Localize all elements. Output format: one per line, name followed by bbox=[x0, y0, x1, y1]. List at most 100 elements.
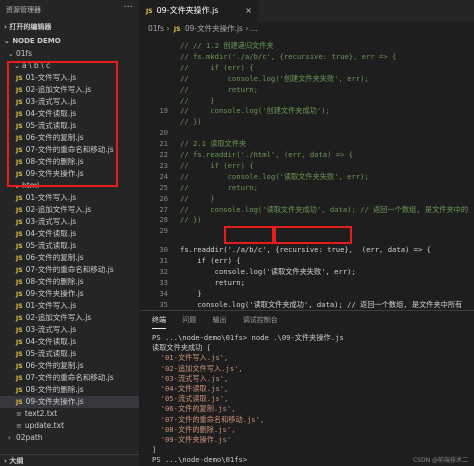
line-number: 32 bbox=[159, 267, 168, 276]
js-file-icon: JS bbox=[173, 26, 181, 33]
code-line: 28 // }) bbox=[140, 214, 474, 225]
js-file-icon: JS bbox=[16, 327, 23, 334]
js-file-icon: JS bbox=[16, 399, 23, 406]
code-editor[interactable]: // // 1.2 创建递归文件夹// fs.mkdir('./a/b/c', … bbox=[140, 36, 474, 310]
code-text: // }) bbox=[180, 117, 202, 127]
tab-09-folder-ops[interactable]: JS 09-文件夹操作.js × bbox=[140, 0, 258, 22]
terminal-line: 读取文件夹成功 [ bbox=[152, 343, 211, 353]
file-item[interactable]: JS 01-文件写入.js bbox=[0, 300, 139, 312]
line-number: 30 bbox=[159, 245, 168, 255]
js-file-icon: JS bbox=[16, 363, 23, 370]
folder-01fs[interactable]: ⌄ 01fs bbox=[0, 48, 139, 60]
code-text: // if (err) { bbox=[180, 160, 254, 170]
code-text: // fs.readdir('./html', (err, data) => { bbox=[180, 150, 354, 159]
code-text: // if (err) { bbox=[180, 62, 254, 72]
line-number: 25 bbox=[159, 182, 168, 192]
folder-item[interactable]: › 02path bbox=[0, 432, 139, 444]
line-number: 33 bbox=[159, 277, 168, 287]
code-line: 31 if (err) { bbox=[140, 255, 474, 266]
file-item[interactable]: JS 05-流式读取.js bbox=[0, 240, 139, 252]
file-name: 04-文件读取.js bbox=[25, 337, 77, 346]
file-item[interactable]: ≡ update.txt bbox=[0, 420, 139, 432]
breadcrumb-symbol[interactable]: ... bbox=[251, 24, 258, 33]
file-name: 01-文件写入.js bbox=[25, 193, 77, 202]
file-item[interactable]: JS 07-文件的重命名和移动.js bbox=[0, 144, 139, 156]
code-line: 26 // } bbox=[140, 193, 474, 204]
folder-item[interactable]: ⌄ a \ b \ c bbox=[0, 60, 139, 72]
js-file-icon: JS bbox=[16, 207, 23, 214]
file-item[interactable]: JS 06-文件的复制.js bbox=[0, 252, 139, 264]
file-name: 06-文件的复制.js bbox=[25, 253, 84, 262]
terminal-line: '04-文件读取.js', bbox=[152, 384, 229, 393]
file-item[interactable]: JS 06-文件的复制.js bbox=[0, 132, 139, 144]
file-name: 03-流式写入.js bbox=[25, 97, 77, 106]
close-icon[interactable]: × bbox=[245, 0, 252, 22]
code-text: if (err) { bbox=[180, 256, 241, 266]
breadcrumb-folder[interactable]: 01fs bbox=[148, 24, 164, 33]
more-actions-icon[interactable]: ··· bbox=[123, 2, 133, 13]
file-item[interactable]: JS 09-文件夹操作.js bbox=[0, 396, 139, 408]
file-item[interactable]: JS 02-追加文件写入.js bbox=[0, 84, 139, 96]
file-name: 02-追加文件写入.js bbox=[25, 85, 92, 94]
js-file-icon: JS bbox=[16, 315, 23, 322]
bottom-panel: 终端 问题 输出 调试控制台 PS ...\node-demo\01fs> no… bbox=[140, 310, 474, 466]
file-item[interactable]: JS 06-文件的复制.js bbox=[0, 360, 139, 372]
text-file-icon: ≡ bbox=[16, 422, 22, 430]
js-file-icon: JS bbox=[16, 135, 23, 142]
file-item[interactable]: JS 02-追加文件写入.js bbox=[0, 204, 139, 216]
js-file-icon: JS bbox=[16, 279, 23, 286]
watermark: CSDN @前端技术二 bbox=[412, 457, 468, 464]
file-item[interactable]: JS 08-文件的删除.js bbox=[0, 384, 139, 396]
file-item[interactable]: JS 03-流式写入.js bbox=[0, 324, 139, 336]
file-item[interactable]: JS 08-文件的删除.js bbox=[0, 276, 139, 288]
js-file-icon: JS bbox=[16, 255, 23, 262]
folder-item[interactable]: ⌄ html bbox=[0, 180, 139, 192]
file-item[interactable]: JS 01-文件写入.js bbox=[0, 72, 139, 84]
project-section[interactable]: ⌄ NODE DEMO bbox=[0, 34, 139, 48]
file-tree: ⌄ a \ b \ c JS 01-文件写入.js JS 02-追加文件写入.js JS 03… bbox=[0, 60, 139, 444]
tab-problems[interactable]: 问题 bbox=[182, 311, 196, 329]
js-file-icon: JS bbox=[16, 231, 23, 238]
line-number: 31 bbox=[159, 256, 168, 266]
file-item[interactable]: JS 09-文件夹操作.js bbox=[0, 168, 139, 180]
code-line: 35 console.log('读取文件夹成功', data); // 返回一个… bbox=[140, 299, 474, 310]
file-item[interactable]: JS 04-文件读取.js bbox=[0, 228, 139, 240]
file-item[interactable]: JS 02-追加文件写入.js bbox=[0, 312, 139, 324]
text-file-icon: ≡ bbox=[16, 410, 22, 418]
tab-terminal[interactable]: 终端 bbox=[152, 313, 166, 329]
file-name: 03-流式写入.js bbox=[25, 325, 77, 334]
js-file-icon: JS bbox=[16, 75, 23, 82]
file-name: text2.txt bbox=[24, 409, 58, 418]
file-item[interactable]: ≡ text2.txt bbox=[0, 408, 139, 420]
file-item[interactable]: JS 08-文件的删除.js bbox=[0, 156, 139, 168]
file-item[interactable]: JS 07-文件的重命名和移动.js bbox=[0, 264, 139, 276]
file-item[interactable]: JS 04-文件读取.js bbox=[0, 336, 139, 348]
file-item[interactable]: JS 05-流式读取.js bbox=[0, 348, 139, 360]
file-item[interactable]: JS 03-流式写入.js bbox=[0, 96, 139, 108]
file-name: 07-文件的重命名和移动.js bbox=[25, 145, 114, 154]
terminal-line: '05-流式读取.js', bbox=[152, 394, 229, 404]
breadcrumb-file[interactable]: 09-文件夹操作.js bbox=[185, 24, 243, 33]
tab-debug-console[interactable]: 调试控制台 bbox=[243, 311, 278, 329]
file-item[interactable]: JS 07-文件的重命名和移动.js bbox=[0, 372, 139, 384]
terminal-line: '01-文件写入.js', bbox=[152, 353, 229, 363]
line-number: 24 bbox=[159, 171, 168, 181]
code-text: console.log('读取文件夹失败', err); bbox=[180, 267, 356, 276]
file-item[interactable]: JS 04-文件读取.js bbox=[0, 108, 139, 120]
file-name: 01-文件写入.js bbox=[25, 73, 77, 82]
file-item[interactable]: JS 03-流式写入.js bbox=[0, 216, 139, 228]
file-item[interactable]: JS 01-文件写入.js bbox=[0, 192, 139, 204]
code-line: 22 // fs.readdir('./html', (err, data) =>… bbox=[140, 149, 474, 160]
file-name: 09-文件夹操作.js bbox=[25, 169, 84, 178]
outline-section[interactable]: › 大纲 bbox=[0, 454, 139, 466]
js-file-icon: JS bbox=[16, 291, 23, 298]
code-line: // console.log('创建文件夹失败', err); bbox=[140, 73, 474, 84]
tab-output[interactable]: 输出 bbox=[212, 311, 226, 329]
file-name: 09-文件夹操作.js bbox=[25, 289, 84, 298]
open-editors-section[interactable]: › 打开的编辑器 bbox=[0, 20, 139, 34]
file-item[interactable]: JS 05-流式读取.js bbox=[0, 120, 139, 132]
line-number: 19 bbox=[159, 106, 168, 116]
terminal-line: ] bbox=[152, 445, 157, 455]
code-line: // // 1.2 创建递归文件夹 bbox=[140, 40, 474, 51]
file-item[interactable]: JS 09-文件夹操作.js bbox=[0, 288, 139, 300]
